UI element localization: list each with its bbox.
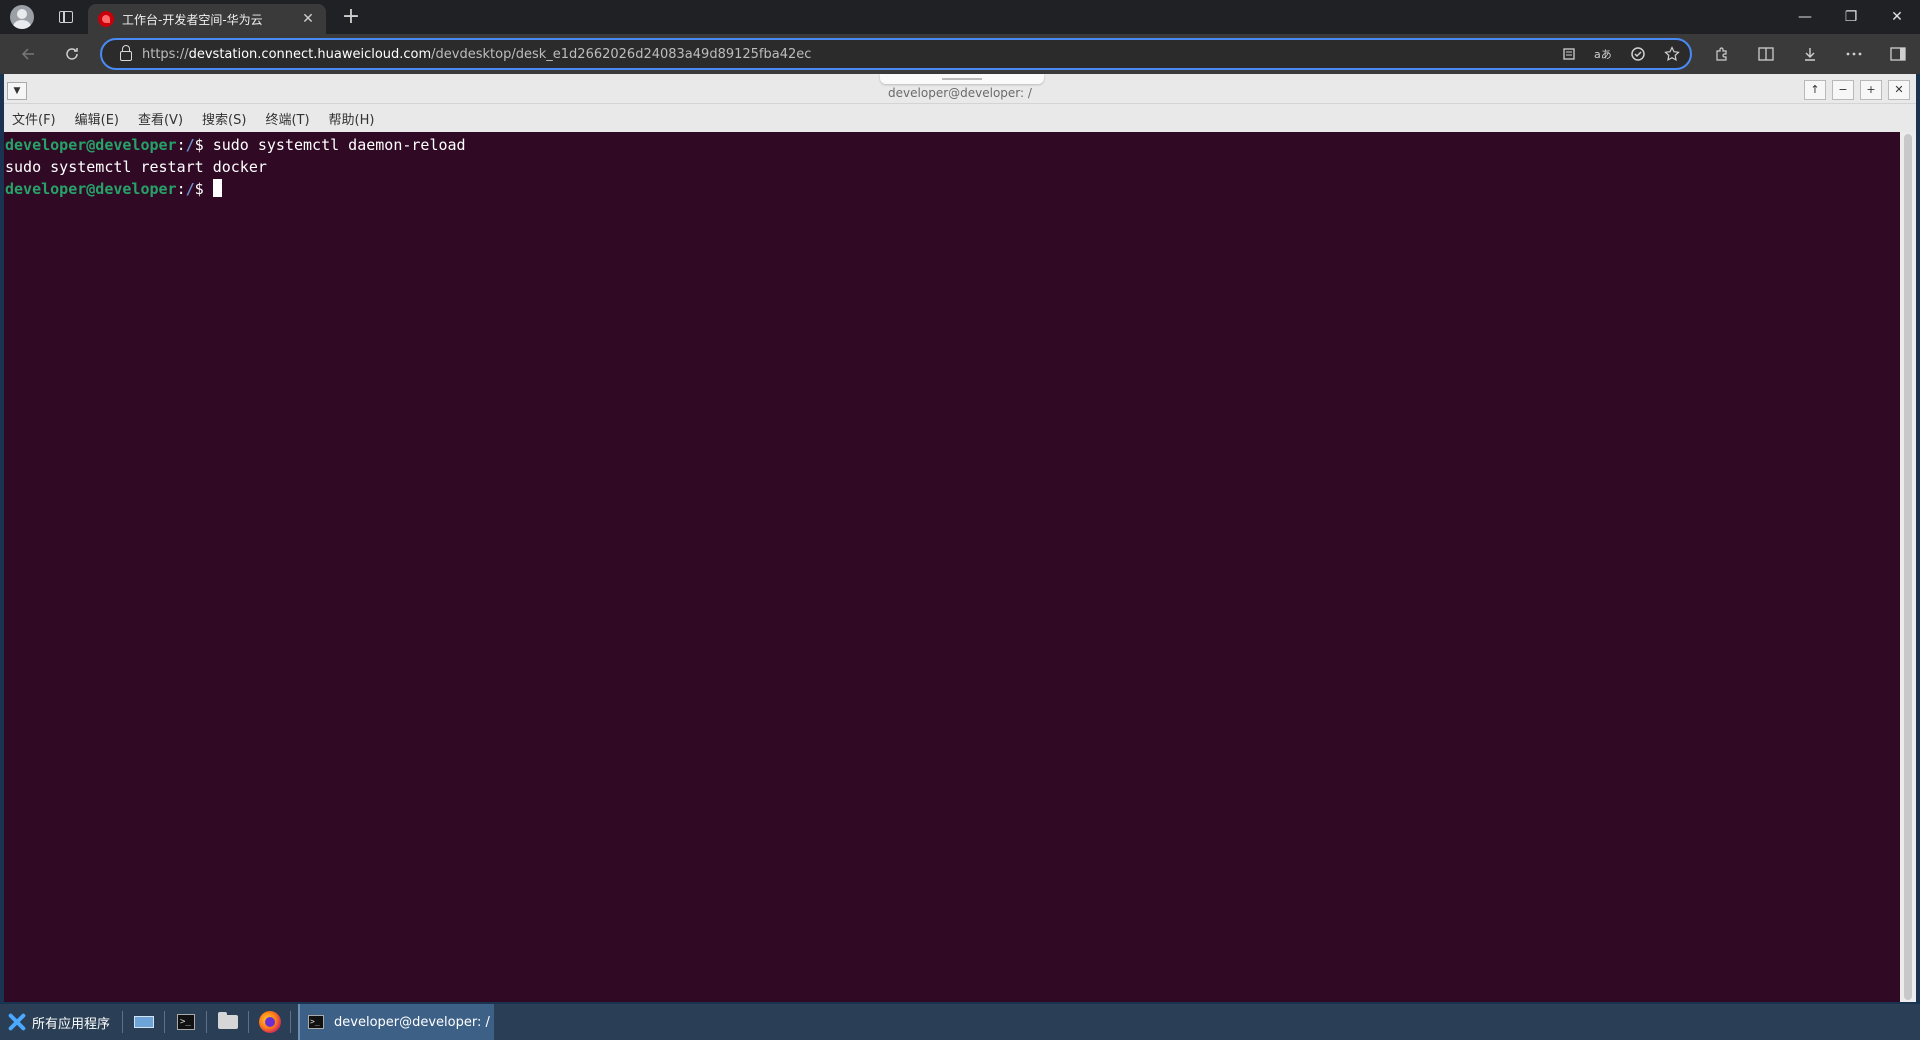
terminal-scrollbar[interactable] [1900, 132, 1916, 1002]
profile-icon[interactable] [10, 5, 34, 29]
address-bar-icons: aあ [1562, 40, 1680, 68]
menu-file[interactable]: 文件(F) [12, 109, 56, 128]
prompt-user: developer@developer [5, 136, 177, 154]
terminal-minimize-button[interactable]: − [1832, 80, 1854, 100]
tab-actions-button[interactable] [52, 3, 80, 31]
taskbar-window-label: developer@developer: / [334, 1014, 490, 1030]
sidebar-icon [1890, 47, 1906, 61]
back-button[interactable] [12, 38, 44, 70]
reload-icon [66, 48, 78, 60]
url-domain: devstation.connect.huaweicloud.com [188, 46, 432, 62]
split-screen-button[interactable] [1744, 34, 1788, 74]
browser-toolbar: https://devstation.connect.huaweicloud.c… [0, 34, 1920, 74]
address-bar[interactable]: https://devstation.connect.huaweicloud.c… [100, 38, 1692, 70]
terminal-icon: >_ [177, 1014, 196, 1030]
taskbar-separator [248, 1011, 250, 1033]
terminal-close-button[interactable]: ✕ [1888, 80, 1910, 100]
terminal-title: developer@developer: / [888, 86, 1032, 100]
back-icon [21, 48, 34, 60]
url-text[interactable]: https://devstation.connect.huaweicloud.c… [142, 47, 811, 62]
close-button[interactable]: ✕ [1874, 0, 1920, 34]
terminal-line: developer@developer:/$ [5, 178, 1900, 200]
split-screen-icon [1758, 47, 1774, 61]
prompt-symbol: $ [194, 180, 213, 198]
tab-close-icon[interactable]: ✕ [300, 11, 316, 27]
prompt-user: developer@developer [5, 180, 177, 198]
new-tab-button[interactable]: + [338, 5, 364, 31]
sidebar-button[interactable] [1876, 34, 1920, 74]
applications-menu-label: 所有应用程序 [32, 1016, 111, 1032]
taskbar-separator [122, 1011, 124, 1033]
command-text: sudo systemctl daemon-reload [212, 136, 466, 154]
extensions-icon [1716, 47, 1727, 61]
terminal-window-icon: >_ [308, 1015, 325, 1029]
menu-edit[interactable]: 编辑(E) [75, 109, 119, 128]
desktop-taskbar: 所有应用程序 >_ >_ developer@developer: / [0, 1004, 1920, 1040]
remote-toolbar-handle[interactable] [880, 74, 1044, 84]
prompt-path: / [185, 180, 195, 198]
shade-button[interactable]: ↑ [1804, 80, 1826, 100]
toolbar-right [1700, 34, 1920, 74]
more-button[interactable] [1832, 34, 1876, 74]
text-cursor [212, 179, 222, 197]
lock-icon[interactable] [120, 45, 132, 61]
file-manager-launcher[interactable] [212, 1007, 244, 1037]
downloads-icon [1805, 48, 1815, 61]
terminal-menubar: 文件(F) 编辑(E) 查看(V) 搜索(S) 终端(T) 帮助(H) [4, 104, 1916, 132]
minimize-button[interactable]: — [1782, 0, 1828, 34]
reload-button[interactable] [56, 38, 88, 70]
taskbar-separator [164, 1011, 166, 1033]
more-icon [1846, 52, 1862, 56]
show-desktop-icon [134, 1016, 155, 1028]
taskbar-separator [206, 1011, 208, 1033]
scrollbar-thumb[interactable] [1904, 134, 1912, 1000]
refresh-page-icon[interactable] [1630, 46, 1646, 62]
remote-desktop: ▼ developer@developer: / ↑ − + ✕ 文件(F) 编… [0, 74, 1920, 1040]
url-prefix: https:// [142, 46, 189, 62]
huawei-favicon-icon [98, 11, 114, 27]
menu-terminal[interactable]: 终端(T) [265, 109, 309, 128]
show-desktop-button[interactable] [128, 1007, 160, 1037]
terminal-window-controls: ↑ − + ✕ [1804, 80, 1910, 100]
terminal-output[interactable]: developer@developer:/$ sudo systemctl da… [4, 132, 1900, 1002]
extensions-button[interactable] [1700, 34, 1744, 74]
terminal-window: ▼ developer@developer: / ↑ − + ✕ 文件(F) 编… [4, 74, 1916, 1002]
terminal-titlebar[interactable]: ▼ developer@developer: / ↑ − + ✕ [4, 74, 1916, 104]
folder-icon [218, 1012, 239, 1029]
terminal-maximize-button[interactable]: + [1860, 80, 1882, 100]
browser-tab[interactable]: 工作台-开发者空间-华为云 ✕ [88, 4, 326, 34]
prompt-symbol: $ [194, 136, 213, 154]
menu-search[interactable]: 搜索(S) [202, 109, 246, 128]
url-path: /devdesktop/desk_e1d2662026d24083a49d891… [431, 46, 812, 62]
terminal-line: sudo systemctl restart docker [5, 156, 1900, 178]
translate-icon[interactable]: aあ [1594, 47, 1612, 61]
favorite-icon[interactable] [1664, 46, 1680, 62]
taskbar-separator [290, 1011, 292, 1033]
firefox-launcher[interactable] [254, 1007, 286, 1037]
browser-window-controls: — ❐ ✕ [1782, 0, 1920, 34]
browser-tabstrip: 工作台-开发者空间-华为云 ✕ + — ❐ ✕ [0, 0, 1920, 34]
prompt-path: / [185, 136, 195, 154]
terminal-launcher[interactable]: >_ [170, 1007, 202, 1037]
xfce-logo-icon [6, 1011, 28, 1033]
restore-button[interactable]: ❐ [1828, 0, 1874, 34]
tab-title: 工作台-开发者空间-华为云 [122, 12, 263, 27]
tab-actions-icon [59, 11, 73, 23]
downloads-button[interactable] [1788, 34, 1832, 74]
reading-mode-icon[interactable] [1562, 47, 1576, 61]
taskbar-window-item[interactable]: >_ developer@developer: / [298, 1004, 495, 1040]
menu-view[interactable]: 查看(V) [138, 109, 183, 128]
terminal-line: developer@developer:/$ sudo systemctl da… [5, 136, 466, 154]
output-text: sudo systemctl restart docker [5, 158, 267, 176]
firefox-icon [259, 1011, 282, 1033]
menu-help[interactable]: 帮助(H) [329, 109, 375, 128]
applications-menu-button[interactable]: 所有应用程序 [0, 1004, 118, 1040]
svg-text:aあ: aあ [1594, 48, 1612, 61]
